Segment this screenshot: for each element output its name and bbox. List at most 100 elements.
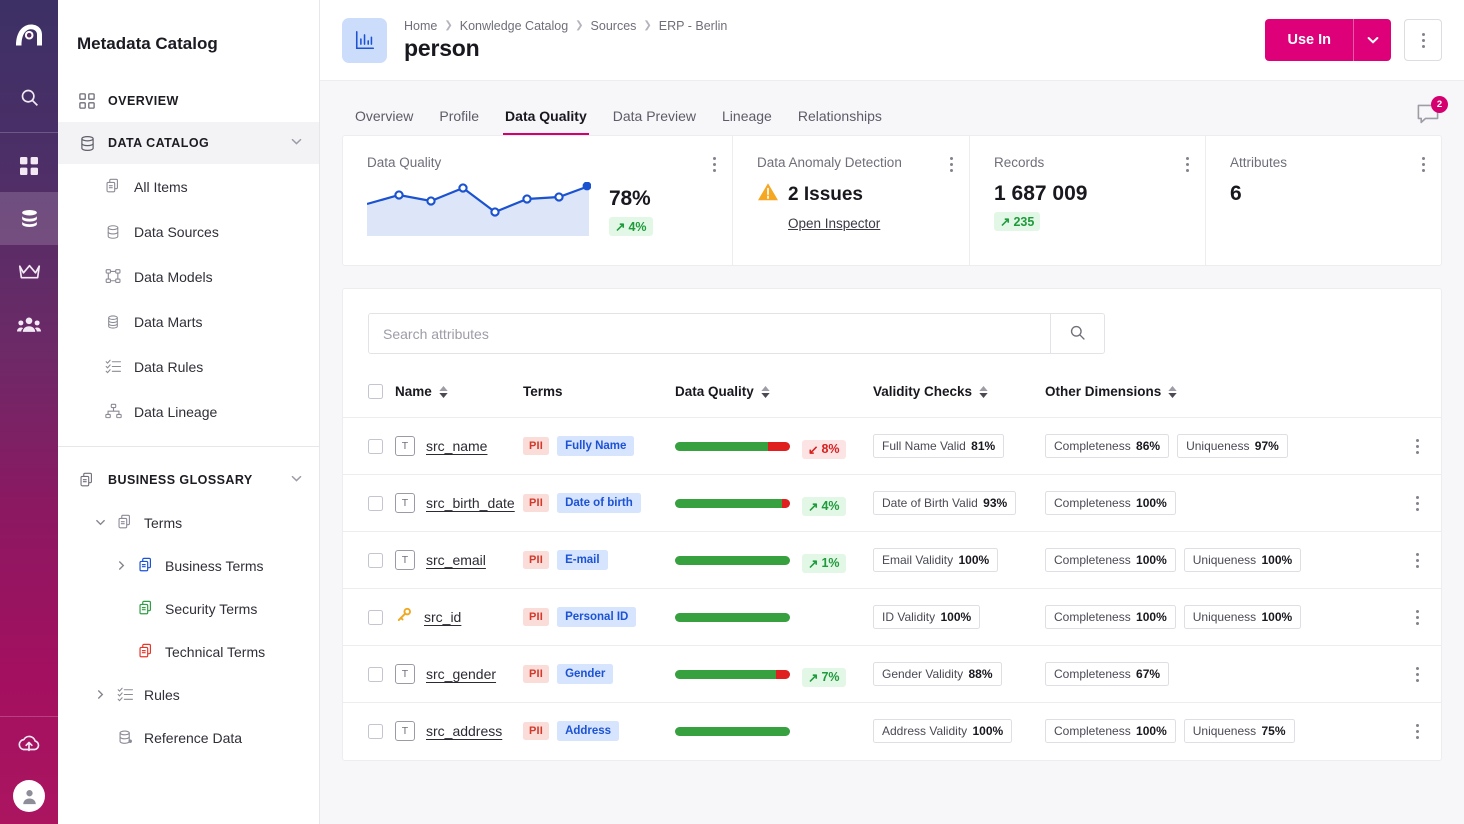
sidebar-item-technical-terms[interactable]: Technical Terms	[58, 630, 319, 673]
header-kebab-menu-icon[interactable]	[1404, 19, 1442, 61]
sort-data-quality-icon[interactable]	[761, 386, 770, 398]
metric-chip[interactable]: Uniqueness 97%	[1177, 434, 1288, 458]
sidebar-item-security-terms[interactable]: Security Terms	[58, 587, 319, 630]
attribute-name-link[interactable]: src_address	[426, 723, 502, 739]
sidebar-item-terms[interactable]: Terms	[58, 501, 319, 544]
open-inspector-link[interactable]: Open Inspector	[788, 216, 948, 231]
row-kebab-menu-icon[interactable]	[1393, 439, 1441, 454]
sidebar-item-business-glossary[interactable]: BUSINESS GLOSSARY	[58, 459, 319, 501]
sort-other-dimensions-icon[interactable]	[1168, 386, 1177, 398]
attribute-name-link[interactable]: src_gender	[426, 666, 496, 682]
metric-chip[interactable]: Address Validity 100%	[873, 719, 1012, 743]
sort-validity-checks-icon[interactable]	[979, 386, 988, 398]
kpi-kebab-menu-icon[interactable]	[713, 157, 716, 172]
row-checkbox[interactable]	[368, 553, 383, 568]
sidebar-item-business-terms[interactable]: Business Terms	[58, 544, 319, 587]
sidebar-item-reference-data[interactable]: Reference Data	[58, 716, 319, 759]
tab-profile[interactable]: Profile	[426, 108, 492, 135]
pii-tag[interactable]: PII	[523, 665, 549, 683]
row-kebab-menu-icon[interactable]	[1393, 724, 1441, 739]
pii-tag[interactable]: PII	[523, 437, 549, 455]
row-checkbox[interactable]	[368, 667, 383, 682]
comment-bubble-icon[interactable]: 2	[1416, 103, 1442, 127]
rail-people-icon[interactable]	[0, 298, 58, 351]
sidebar-item-data-lineage[interactable]: Data Lineage	[58, 389, 319, 434]
sidebar-item-data-models[interactable]: Data Models	[58, 254, 319, 299]
tab-data-preview[interactable]: Data Preview	[600, 108, 709, 135]
metric-chip[interactable]: Date of Birth Valid 93%	[873, 491, 1016, 515]
pii-tag[interactable]: PII	[523, 722, 549, 740]
select-all-checkbox[interactable]	[368, 384, 383, 399]
app-logo[interactable]	[14, 22, 44, 53]
sort-name-icon[interactable]	[439, 386, 448, 398]
rail-search-icon[interactable]	[0, 71, 58, 124]
user-avatar[interactable]	[13, 780, 45, 812]
row-checkbox[interactable]	[368, 439, 383, 454]
breadcrumb-item-knowledge-catalog[interactable]: Konwledge Catalog	[460, 19, 568, 33]
row-checkbox[interactable]	[368, 496, 383, 511]
chevron-right-icon[interactable]	[115, 560, 127, 571]
search-submit-button[interactable]	[1050, 314, 1104, 353]
row-kebab-menu-icon[interactable]	[1393, 610, 1441, 625]
kpi-kebab-menu-icon[interactable]	[1186, 157, 1189, 172]
sidebar-item-data-marts[interactable]: Data Marts	[58, 299, 319, 344]
pii-tag[interactable]: PII	[523, 608, 549, 626]
business-term-tag[interactable]: Fully Name	[557, 436, 634, 456]
row-kebab-menu-icon[interactable]	[1393, 496, 1441, 511]
attribute-name-link[interactable]: src_email	[426, 552, 486, 568]
metric-chip[interactable]: Uniqueness 100%	[1184, 605, 1301, 629]
rail-crown-icon[interactable]	[0, 245, 58, 298]
metric-chip[interactable]: Completeness 100%	[1045, 491, 1176, 515]
row-kebab-menu-icon[interactable]	[1393, 667, 1441, 682]
sidebar-item-overview[interactable]: OVERVIEW	[58, 80, 319, 122]
sidebar-item-rules[interactable]: Rules	[58, 673, 319, 716]
metric-chip[interactable]: Uniqueness 100%	[1184, 548, 1301, 572]
metric-chip[interactable]: Completeness 100%	[1045, 605, 1176, 629]
breadcrumb-item-sources[interactable]: Sources	[591, 19, 637, 33]
tab-relationships[interactable]: Relationships	[785, 108, 895, 135]
metric-chip[interactable]: Gender Validity 88%	[873, 662, 1002, 686]
use-in-button[interactable]: Use In	[1265, 19, 1353, 61]
pii-tag[interactable]: PII	[523, 551, 549, 569]
row-checkbox[interactable]	[368, 610, 383, 625]
metric-chip[interactable]: ID Validity 100%	[873, 605, 980, 629]
attribute-name-link[interactable]: src_id	[424, 609, 461, 625]
attribute-name-link[interactable]: src_name	[426, 438, 487, 454]
sidebar-item-data-catalog[interactable]: DATA CATALOG	[58, 122, 319, 164]
business-term-tag[interactable]: E-mail	[557, 550, 608, 570]
business-term-tag[interactable]: Date of birth	[557, 493, 641, 513]
tab-lineage[interactable]: Lineage	[709, 108, 785, 135]
sidebar-item-data-sources[interactable]: Data Sources	[58, 209, 319, 254]
chevron-down-icon[interactable]	[94, 517, 106, 528]
business-term-tag[interactable]: Gender	[557, 664, 613, 684]
row-checkbox[interactable]	[368, 724, 383, 739]
sidebar-item-data-rules[interactable]: Data Rules	[58, 344, 319, 389]
use-in-dropdown-chevron-down-icon[interactable]	[1353, 19, 1391, 61]
breadcrumb-item-home[interactable]: Home	[404, 19, 437, 33]
rail-cloud-upload-icon[interactable]	[0, 717, 58, 770]
search-input[interactable]	[369, 314, 1050, 353]
metric-chip[interactable]: Completeness 100%	[1045, 719, 1176, 743]
metric-chip[interactable]: Full Name Valid 81%	[873, 434, 1004, 458]
rail-dashboard-grid-icon[interactable]	[0, 139, 58, 192]
chevron-right-icon[interactable]	[94, 689, 106, 700]
metric-chip[interactable]: Completeness 86%	[1045, 434, 1169, 458]
breadcrumb-item-erp-berlin[interactable]: ERP - Berlin	[659, 19, 728, 33]
metric-chip[interactable]: Completeness 100%	[1045, 548, 1176, 572]
chevron-down-icon[interactable]	[290, 135, 303, 151]
business-term-tag[interactable]: Address	[557, 721, 619, 741]
rail-database-icon[interactable]	[0, 192, 58, 245]
row-kebab-menu-icon[interactable]	[1393, 553, 1441, 568]
business-term-tag[interactable]: Personal ID	[557, 607, 636, 627]
tab-overview[interactable]: Overview	[342, 108, 426, 135]
tab-data-quality[interactable]: Data Quality	[492, 108, 600, 135]
metric-chip[interactable]: Uniqueness 75%	[1184, 719, 1295, 743]
kpi-kebab-menu-icon[interactable]	[950, 157, 953, 172]
kpi-kebab-menu-icon[interactable]	[1422, 157, 1425, 172]
metric-chip[interactable]: Completeness 67%	[1045, 662, 1169, 686]
sidebar-item-all-items[interactable]: All Items	[58, 164, 319, 209]
metric-chip[interactable]: Email Validity 100%	[873, 548, 998, 572]
chevron-down-icon[interactable]	[290, 472, 303, 488]
attribute-name-link[interactable]: src_birth_date	[426, 495, 515, 511]
pii-tag[interactable]: PII	[523, 494, 549, 512]
